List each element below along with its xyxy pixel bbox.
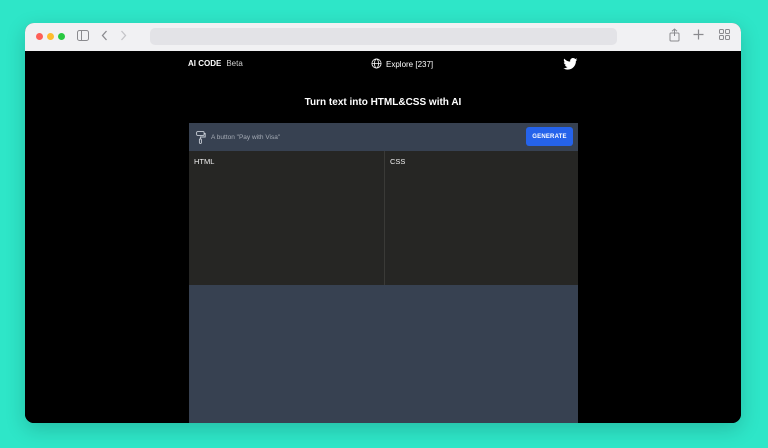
web-page: AI CODE Beta Explore [237] Turn text into… bbox=[25, 51, 741, 423]
browser-toolbar bbox=[25, 23, 741, 52]
address-bar[interactable] bbox=[150, 28, 617, 45]
preview-area bbox=[189, 285, 578, 423]
generator-panel: GENERATE HTML CSS bbox=[189, 123, 578, 423]
css-editor[interactable]: CSS bbox=[385, 151, 578, 285]
prompt-bar: GENERATE bbox=[189, 123, 578, 151]
brand[interactable]: AI CODE Beta bbox=[188, 59, 243, 68]
paint-roller-icon bbox=[196, 131, 206, 149]
globe-icon bbox=[371, 58, 382, 71]
minimize-window-button[interactable] bbox=[47, 33, 54, 40]
prompt-input[interactable] bbox=[211, 129, 511, 145]
explore-link[interactable]: Explore [237] bbox=[371, 58, 433, 71]
twitter-icon[interactable] bbox=[563, 57, 578, 75]
back-arrow-icon[interactable] bbox=[101, 30, 108, 44]
beta-badge: Beta bbox=[226, 59, 243, 68]
explore-label: Explore [237] bbox=[386, 60, 434, 69]
sidebar-icon[interactable] bbox=[77, 30, 89, 44]
html-editor-label: HTML bbox=[194, 157, 215, 166]
share-icon[interactable] bbox=[669, 28, 680, 45]
forward-arrow-icon[interactable] bbox=[120, 30, 127, 44]
tab-overview-icon[interactable] bbox=[719, 29, 730, 43]
generate-button[interactable]: GENERATE bbox=[526, 127, 573, 146]
brand-name: AI CODE bbox=[188, 59, 222, 68]
close-window-button[interactable] bbox=[36, 33, 43, 40]
new-tab-icon[interactable] bbox=[693, 29, 704, 43]
code-editors: HTML CSS bbox=[189, 151, 578, 285]
css-editor-label: CSS bbox=[390, 157, 406, 166]
zoom-window-button[interactable] bbox=[58, 33, 65, 40]
html-editor[interactable]: HTML bbox=[189, 151, 385, 285]
browser-window: AI CODE Beta Explore [237] Turn text into… bbox=[25, 23, 741, 423]
page-title: Turn text into HTML&CSS with AI bbox=[304, 97, 462, 108]
